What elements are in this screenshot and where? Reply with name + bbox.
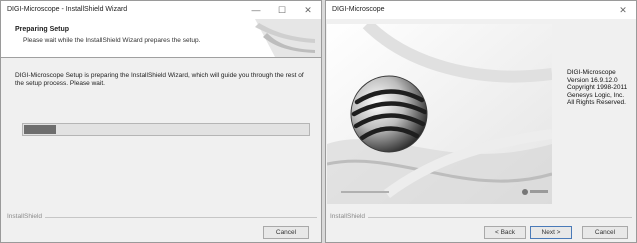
setup-message: DIGI-Microscope Setup is preparing the I… (15, 72, 304, 87)
title-bar: DIGI-Microscope ✕ (326, 1, 636, 19)
product-info: DIGI-Microscope Version 16.9.12.0 Copyri… (567, 69, 627, 107)
info-company: Genesys Logic, Inc. (567, 91, 625, 99)
next-button[interactable]: Next > (530, 226, 572, 239)
wizard-header: Preparing Setup Please wait while the In… (1, 19, 321, 58)
logo-sphere-icon (327, 24, 552, 204)
maximize-button[interactable]: ☐ (272, 3, 292, 17)
title-bar: DIGI-Microscope - InstallShield Wizard —… (1, 1, 321, 19)
progress-fill (24, 125, 57, 134)
close-button[interactable]: ✕ (298, 3, 318, 17)
info-rights: All Rights Reserved. (567, 99, 626, 106)
close-button[interactable]: ✕ (613, 3, 633, 17)
header-title: Preparing Setup (15, 26, 70, 33)
header-subtitle: Please wait while the InstallShield Wiza… (23, 37, 201, 44)
info-version: Version 16.9.12.0 (567, 76, 618, 84)
back-button[interactable]: < Back (484, 226, 526, 239)
installshield-brand: InstallShield (7, 213, 46, 220)
info-copyright: Copyright 1998-2011 (567, 84, 628, 91)
progress-bar (22, 123, 310, 136)
cancel-button[interactable]: Cancel (582, 226, 628, 239)
header-graphic-icon (255, 19, 321, 57)
info-product: DIGI-Microscope (567, 69, 616, 76)
digi-microscope-window: DIGI-Microscope ✕ DIGI-Microscope Versio… (325, 0, 637, 243)
installshield-wizard-window: DIGI-Microscope - InstallShield Wizard —… (0, 0, 322, 243)
splash-image (327, 24, 552, 204)
window-title: DIGI-Microscope (332, 6, 385, 13)
minimize-button[interactable]: — (246, 3, 266, 17)
cancel-button[interactable]: Cancel (263, 226, 309, 239)
installshield-brand: InstallShield (330, 213, 369, 220)
window-title: DIGI-Microscope - InstallShield Wizard (7, 6, 128, 13)
brand-divider (330, 217, 632, 218)
brand-divider (7, 217, 317, 218)
